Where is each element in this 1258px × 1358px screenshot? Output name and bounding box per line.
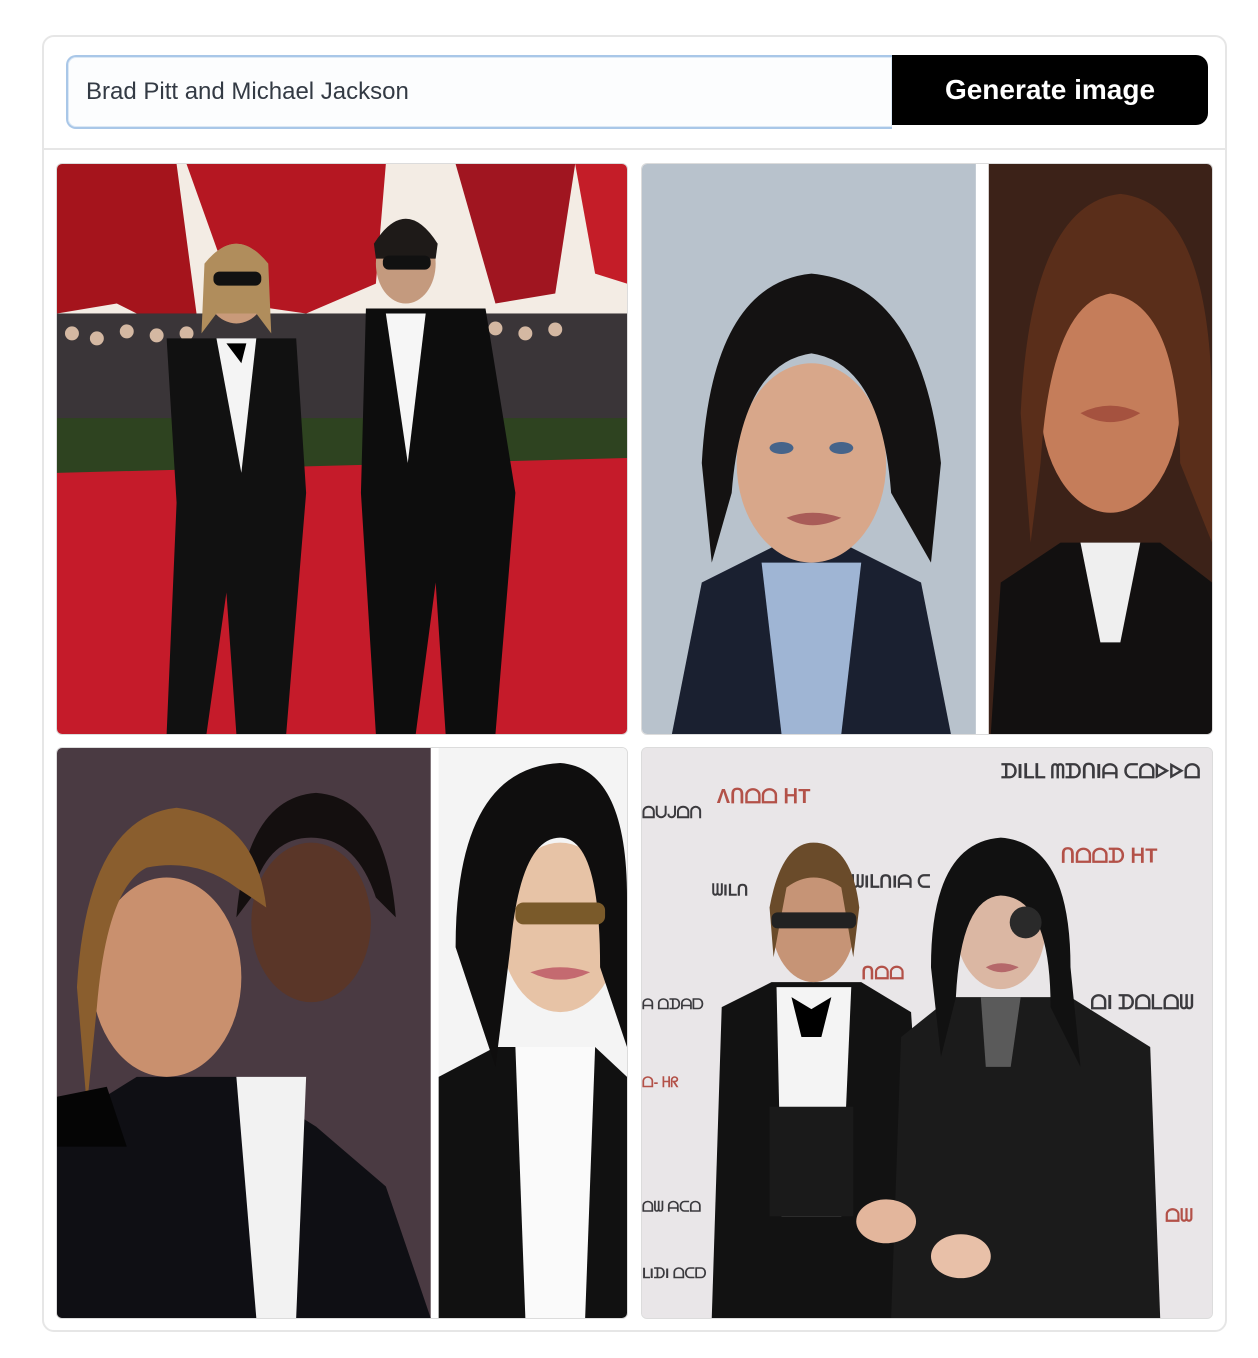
generated-image-1[interactable]	[56, 163, 628, 735]
backdrop-text: ᗝ- ᕼᖇ	[642, 1074, 679, 1090]
image-generator-card: Generate image	[42, 35, 1227, 1332]
backdrop-text: ᗩ ᗝᗪᗩᗞ	[642, 996, 704, 1012]
backdrop-text: ᗝᗯ	[1165, 1205, 1193, 1225]
generated-image-3[interactable]	[56, 747, 628, 1319]
red-carpet-photo	[57, 164, 627, 734]
backdrop-text: ᑎᗝᗝᗪ ᕼT	[1061, 846, 1158, 868]
backdrop-text: ᒪIᗪI ᗝᑕᗞ	[642, 1265, 707, 1281]
step-and-repeat-photo: ᗪIᒪᒪ ᗰᗪᑎIᗩ ᑕᗝᐅᐅᗝ Λᑎᗝᗝ ᕼT ᗝᑌᒍᗝᑎ ᗯIᒪᑎ ᗯIᒪᑎ…	[642, 748, 1212, 1318]
results-grid: ᗪIᒪᒪ ᗰᗪᑎIᗩ ᑕᗝᐅᐅᗝ Λᑎᗝᗝ ᕼT ᗝᑌᒍᗝᑎ ᗯIᒪᑎ ᗯIᒪᑎ…	[56, 163, 1215, 1321]
backdrop-text: ᗯIᒪᑎIᗩ ᑕ	[851, 872, 930, 892]
portrait-collage-photo	[642, 164, 1212, 734]
prompt-input[interactable]	[66, 55, 892, 129]
prompt-form: Generate image	[66, 55, 1208, 129]
generated-image-4[interactable]: ᗪIᒪᒪ ᗰᗪᑎIᗩ ᑕᗝᐅᐅᗝ Λᑎᗝᗝ ᕼT ᗝᑌᒍᗝᑎ ᗯIᒪᑎ ᗯIᒪᑎ…	[641, 747, 1213, 1319]
backdrop-text: ᗝᑌᒍᗝᑎ	[642, 805, 702, 822]
backdrop-text: ᗯIᒪᑎ	[712, 882, 748, 899]
generate-image-button[interactable]: Generate image	[892, 55, 1208, 125]
generated-image-2[interactable]	[641, 163, 1213, 735]
collage-photo	[57, 748, 627, 1318]
backdrop-text: ᑎᗝᗝ	[861, 963, 904, 983]
backdrop-text: ᗝI ᗪᗝᒪᗝᗯ	[1090, 992, 1193, 1014]
backdrop-text: ᗪIᒪᒪ ᗰᗪᑎIᗩ ᑕᗝᐅᐅᗝ	[1001, 761, 1201, 783]
backdrop-text: ᗝᗯ ᗩᑕᗝ	[642, 1198, 701, 1214]
divider	[44, 148, 1225, 150]
backdrop-text: Λᑎᗝᗝ ᕼT	[717, 786, 811, 808]
